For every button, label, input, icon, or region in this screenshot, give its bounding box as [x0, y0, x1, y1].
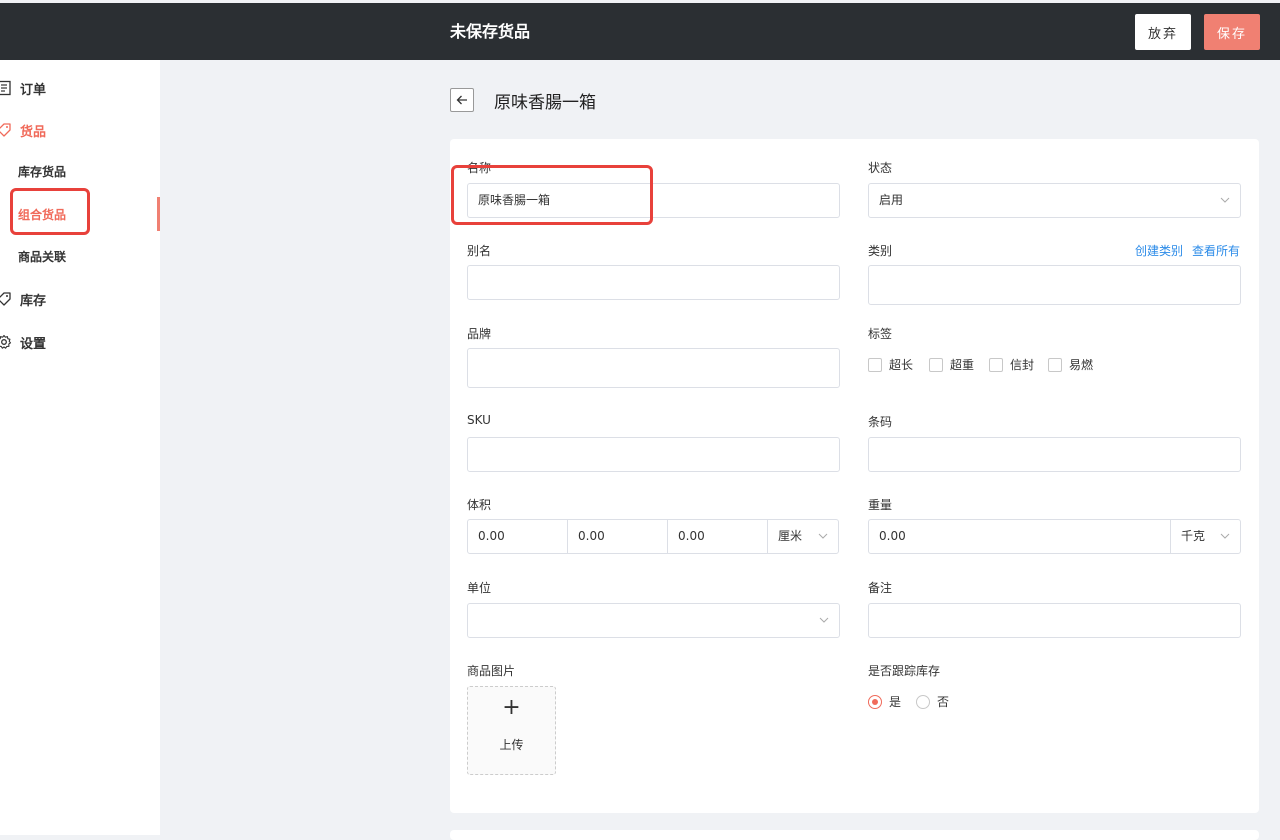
sidebar-item-goods[interactable]: 货品: [0, 120, 46, 140]
sku-label: SKU: [467, 413, 491, 427]
volume-label: 体积: [467, 498, 492, 512]
tag-icon: [0, 292, 11, 306]
chevron-down-icon: [1220, 533, 1230, 539]
category-label: 类别: [868, 244, 893, 258]
alias-label: 别名: [467, 244, 492, 258]
alias-input[interactable]: [467, 265, 840, 300]
volume-length-input[interactable]: 0.00: [468, 520, 568, 553]
volume-unit-value: 厘米: [778, 529, 803, 543]
image-upload-button[interactable]: + 上传: [467, 686, 556, 775]
tag-checkbox-overweight[interactable]: 超重: [929, 356, 974, 373]
active-indicator: [157, 197, 160, 231]
weight-unit-value: 千克: [1181, 529, 1206, 543]
checkbox-box: [1048, 357, 1062, 372]
remark-label: 备注: [868, 581, 893, 595]
radio-label: 是: [889, 695, 902, 709]
discard-button[interactable]: 放弃: [1135, 14, 1191, 50]
status-label: 状态: [868, 161, 893, 175]
checkbox-box: [929, 357, 943, 372]
unit-label: 单位: [467, 581, 492, 595]
sidebar-item-label: 货品: [20, 124, 47, 140]
tag-checkbox-flammable[interactable]: 易燃: [1048, 356, 1093, 373]
weight-unit-select[interactable]: 千克: [1171, 520, 1240, 553]
radio-label: 否: [937, 695, 950, 709]
barcode-input[interactable]: [868, 437, 1241, 472]
page-title: 原味香腸一箱: [494, 92, 596, 113]
status-select[interactable]: 启用: [868, 183, 1241, 218]
sidebar: 订单 货品 库存货品 组合货品 商品关联 库存 设置: [0, 60, 160, 835]
form-card: [450, 139, 1259, 813]
remark-input[interactable]: [868, 603, 1241, 638]
gear-icon: [0, 334, 12, 349]
category-input[interactable]: [868, 265, 1241, 305]
plus-icon: +: [502, 695, 521, 720]
weight-input[interactable]: 0.00: [869, 520, 1171, 553]
unit-select[interactable]: [467, 603, 840, 638]
sidebar-item-inventory[interactable]: 库存: [0, 289, 46, 309]
sidebar-item-label: 库存: [20, 293, 47, 309]
volume-input-group: 0.00 0.00 0.00 厘米: [467, 519, 839, 554]
track-inventory-yes-radio[interactable]: 是: [868, 693, 901, 710]
tag-checkbox-extra-long[interactable]: 超长: [868, 356, 913, 373]
tags-label: 标签: [868, 327, 893, 341]
tag-option-label: 超长: [889, 358, 914, 372]
status-value: 启用: [879, 193, 904, 207]
top-bar: 未保存货品 放弃 保存: [0, 3, 1280, 60]
back-button[interactable]: [450, 88, 474, 112]
order-icon: [0, 80, 11, 96]
tag-option-label: 易燃: [1069, 358, 1094, 372]
track-inventory-label: 是否跟踪库存: [868, 664, 941, 678]
chevron-down-icon: [819, 617, 829, 623]
chevron-down-icon: [818, 533, 828, 539]
volume-height-input[interactable]: 0.00: [668, 520, 768, 553]
checkbox-box: [868, 357, 882, 372]
sidebar-item-orders[interactable]: 订单: [0, 78, 46, 98]
tag-checkbox-envelope[interactable]: 信封: [989, 356, 1034, 373]
sku-input[interactable]: [467, 437, 840, 472]
track-inventory-no-radio[interactable]: 否: [916, 693, 949, 710]
sidebar-subitem-stock-goods[interactable]: 库存货品: [18, 162, 66, 182]
sidebar-item-label: 设置: [20, 336, 47, 352]
next-card: [450, 830, 1259, 840]
weight-input-group: 0.00 千克: [868, 519, 1241, 554]
view-all-categories-link[interactable]: 查看所有: [1192, 242, 1240, 259]
sidebar-item-settings[interactable]: 设置: [0, 332, 46, 352]
tag-option-label: 超重: [950, 358, 975, 372]
image-label: 商品图片: [467, 664, 516, 678]
upload-label: 上传: [499, 738, 524, 752]
weight-label: 重量: [868, 498, 893, 512]
radio-circle: [916, 694, 930, 709]
tag-option-label: 信封: [1010, 358, 1035, 372]
brand-label: 品牌: [467, 327, 492, 341]
barcode-label: 条码: [868, 415, 893, 429]
highlight-box: [451, 165, 653, 225]
create-category-link[interactable]: 创建类别: [1135, 242, 1183, 259]
radio-circle: [868, 694, 882, 709]
arrow-left-icon: [456, 95, 467, 105]
save-button[interactable]: 保存: [1204, 14, 1260, 50]
tag-icon: [0, 123, 11, 137]
volume-width-input[interactable]: 0.00: [568, 520, 668, 553]
sidebar-item-label: 订单: [20, 82, 47, 98]
highlight-box: [10, 188, 90, 235]
checkbox-box: [989, 357, 1003, 372]
sidebar-subitem-product-link[interactable]: 商品关联: [18, 247, 66, 267]
volume-unit-select[interactable]: 厘米: [768, 520, 838, 553]
chevron-down-icon: [1220, 197, 1230, 203]
page-header-title: 未保存货品: [450, 22, 531, 41]
brand-input[interactable]: [467, 348, 840, 388]
page-heading: 原味香腸一箱: [450, 88, 596, 113]
